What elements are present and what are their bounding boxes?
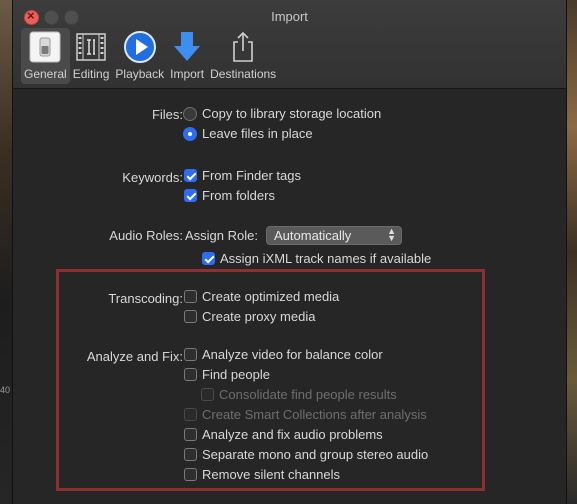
- transcoding-optimized-text: Create optimized media: [202, 289, 340, 304]
- assign-role-value: Automatically: [274, 228, 352, 243]
- keywords-folders-checkbox[interactable]: [184, 189, 197, 202]
- consolidate-people-text: Consolidate find people results: [219, 387, 397, 402]
- import-arrow-icon: [170, 30, 204, 64]
- preferences-toolbar: General Editing Playback Import Destinat…: [21, 28, 279, 84]
- smart-collections-checkbox: [184, 408, 197, 421]
- analyze-label: Analyze and Fix:: [86, 349, 183, 364]
- title-bar: Import General: [13, 0, 566, 89]
- remove-silent-option[interactable]: Remove silent channels: [184, 467, 340, 482]
- tab-general-label: General: [24, 67, 67, 81]
- analyze-balance-color-option[interactable]: Analyze video for balance color: [184, 347, 383, 362]
- find-people-text: Find people: [202, 367, 270, 382]
- smart-collections-text: Create Smart Collections after analysis: [202, 407, 427, 422]
- separate-mono-text: Separate mono and group stereo audio: [202, 447, 429, 462]
- keywords-label: Keywords:: [122, 170, 183, 185]
- tab-import[interactable]: Import: [167, 28, 207, 84]
- audio-problems-option[interactable]: Analyze and fix audio problems: [184, 427, 383, 442]
- files-label: Files:: [151, 107, 183, 122]
- ixml-text: Assign iXML track names if available: [220, 251, 432, 266]
- import-preferences-window: Import General: [12, 0, 567, 504]
- consolidate-people-checkbox: [201, 388, 214, 401]
- keywords-folders-text: From folders: [202, 188, 275, 203]
- tab-editing-label: Editing: [72, 67, 110, 81]
- transcoding-label: Transcoding:: [108, 291, 183, 306]
- keywords-finder-tags-text: From Finder tags: [202, 168, 301, 183]
- background-video-left: 40: [0, 0, 12, 504]
- remove-silent-checkbox[interactable]: [184, 468, 197, 481]
- film-strip-icon: [74, 30, 108, 64]
- transcoding-optimized-option[interactable]: Create optimized media: [184, 289, 339, 304]
- window-title: Import: [271, 9, 308, 24]
- files-copy-option[interactable]: Copy to library storage location: [183, 106, 381, 121]
- find-people-option[interactable]: Find people: [184, 367, 270, 382]
- keywords-finder-tags-checkbox[interactable]: [184, 169, 197, 182]
- separate-mono-checkbox[interactable]: [184, 448, 197, 461]
- chevron-updown-icon: ▲ ▼: [387, 226, 396, 243]
- tab-destinations-label: Destinations: [210, 67, 277, 81]
- tab-general[interactable]: General: [21, 28, 70, 84]
- audio-problems-checkbox[interactable]: [184, 428, 197, 441]
- play-icon: [123, 30, 157, 64]
- timecode-fragment: 40: [0, 385, 11, 395]
- transcoding-proxy-checkbox[interactable]: [184, 310, 197, 323]
- files-leave-text: Leave files in place: [202, 126, 313, 141]
- analyze-balance-color-checkbox[interactable]: [184, 348, 197, 361]
- files-leave-radio[interactable]: [183, 126, 197, 141]
- files-copy-text: Copy to library storage location: [202, 106, 382, 121]
- separate-mono-option[interactable]: Separate mono and group stereo audio: [184, 447, 428, 462]
- assign-role-select[interactable]: Automatically ▲ ▼: [266, 226, 402, 245]
- transcoding-proxy-option[interactable]: Create proxy media: [184, 309, 315, 324]
- import-settings: Files: Copy to library storage location …: [13, 89, 566, 504]
- tab-import-label: Import: [170, 67, 205, 81]
- transcoding-optimized-checkbox[interactable]: [184, 290, 197, 303]
- audio-roles-label: Audio Roles:: [109, 228, 183, 243]
- files-copy-radio[interactable]: [183, 106, 197, 121]
- audio-problems-text: Analyze and fix audio problems: [202, 427, 383, 442]
- consolidate-people-option: Consolidate find people results: [201, 387, 397, 402]
- transcoding-proxy-text: Create proxy media: [202, 309, 316, 324]
- assign-role-label: Assign Role:: [185, 228, 258, 243]
- tab-playback[interactable]: Playback: [112, 28, 167, 84]
- ixml-option[interactable]: Assign iXML track names if available: [202, 251, 431, 266]
- keywords-folders-option[interactable]: From folders: [184, 188, 275, 203]
- analyze-balance-color-text: Analyze video for balance color: [202, 347, 383, 362]
- remove-silent-text: Remove silent channels: [202, 467, 341, 482]
- share-icon: [226, 30, 260, 64]
- tab-editing[interactable]: Editing: [70, 28, 113, 84]
- tab-destinations[interactable]: Destinations: [207, 28, 279, 84]
- general-switch-icon: [28, 30, 62, 64]
- files-leave-option[interactable]: Leave files in place: [183, 126, 313, 141]
- smart-collections-option: Create Smart Collections after analysis: [184, 407, 427, 422]
- keywords-finder-tags-option[interactable]: From Finder tags: [184, 168, 301, 183]
- find-people-checkbox[interactable]: [184, 368, 197, 381]
- tab-playback-label: Playback: [115, 67, 165, 81]
- ixml-checkbox[interactable]: [202, 252, 215, 265]
